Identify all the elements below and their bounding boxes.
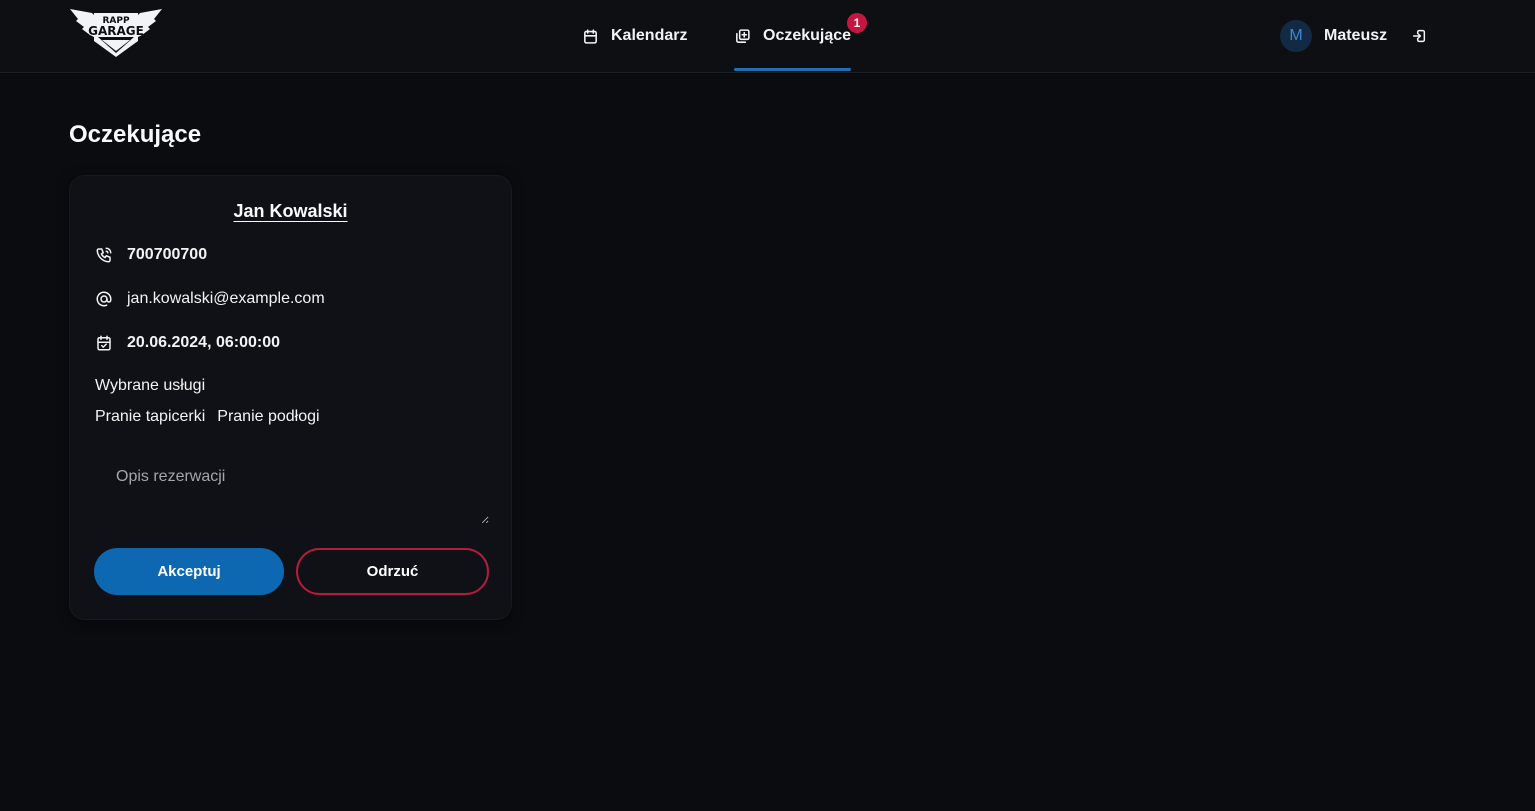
date-row: 20.06.2024, 06:00:00: [95, 334, 280, 352]
page-title: Oczekujące: [69, 121, 202, 148]
nav-item-label: Oczekujące: [763, 27, 852, 44]
calendar-icon: [584, 28, 597, 44]
nav-item-label: Kalendarz: [611, 27, 688, 44]
reject-button[interactable]: Odrzuć: [296, 548, 489, 595]
accept-button[interactable]: Akceptuj: [94, 548, 284, 595]
phone-row: 700700700: [95, 246, 207, 264]
description-textarea[interactable]: [95, 452, 489, 524]
logout-button[interactable]: [1411, 28, 1427, 44]
nav-item-kalendarz[interactable]: Kalendarz: [582, 0, 687, 72]
phone-calling-icon: [96, 247, 112, 263]
add-square-icon: [736, 28, 750, 43]
services-list: Pranie tapicerki Pranie podłogi: [95, 408, 320, 426]
date-value: 20.06.2024, 06:00:00: [127, 334, 281, 351]
active-tab-indicator: [734, 68, 852, 71]
user-menu: M Mateusz: [1280, 18, 1427, 54]
reservation-card: Jan Kowalski 700700700 jan.kowalski@exam…: [69, 175, 512, 620]
avatar[interactable]: M: [1280, 20, 1312, 52]
logout-icon: [1413, 29, 1426, 43]
at-sign-icon: [96, 291, 112, 307]
pending-count-badge: 1: [847, 13, 867, 33]
email-value: jan.kowalski@example.com: [127, 290, 325, 307]
phone-value: 700700700: [127, 246, 208, 263]
nav-item-oczekujace[interactable]: Oczekujące 1: [734, 0, 867, 72]
user-name: Mateusz: [1324, 27, 1388, 44]
service-item: Pranie tapicerki: [95, 408, 206, 425]
email-row: jan.kowalski@example.com: [95, 290, 325, 308]
services-label: Wybrane usługi: [95, 377, 206, 394]
top-bar: RAPP GARAGE Kalendarz Oczekujące 1 M Mat…: [0, 0, 1535, 73]
calendar-check-icon: [97, 335, 111, 351]
client-name-link[interactable]: Jan Kowalski: [70, 201, 511, 222]
service-item: Pranie podłogi: [217, 408, 320, 425]
